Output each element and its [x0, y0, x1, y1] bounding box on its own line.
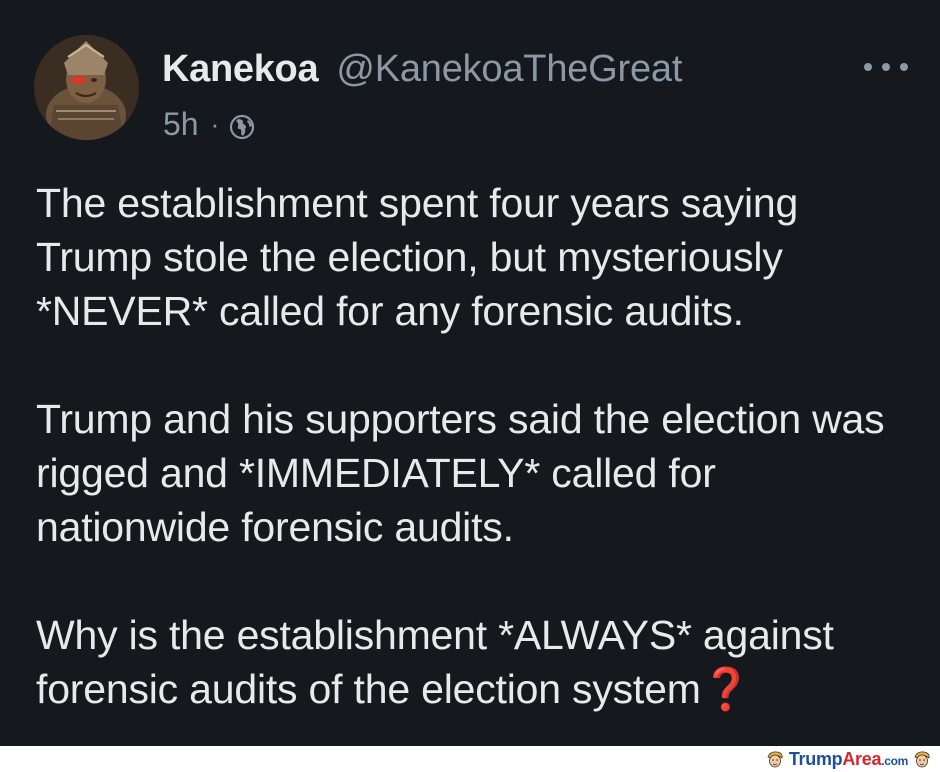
tweet-paragraph: The establishment spent four years sayin…	[36, 180, 799, 334]
warrior-avatar-icon	[34, 35, 139, 140]
user-handle[interactable]: @KanekoaTheGreat	[336, 48, 682, 91]
more-dot	[882, 63, 890, 71]
tweet-text: The establishment spent four years sayin…	[36, 176, 916, 716]
watermark-bar: TrumpArea.com	[0, 746, 940, 772]
trump-face-icon	[767, 751, 783, 768]
globe-icon	[229, 111, 255, 140]
tweet-card[interactable]: Kanekoa @KanekoaTheGreat 5h · The establ…	[0, 0, 940, 746]
tweet-meta: 5h ·	[163, 104, 255, 144]
watermark-brand-area: Area	[842, 748, 882, 769]
more-options-icon[interactable]	[864, 52, 908, 82]
trump-face-icon	[914, 751, 930, 768]
display-name[interactable]: Kanekoa	[162, 48, 319, 91]
watermark: TrumpArea.com	[765, 749, 932, 769]
watermark-brand-trump: Trump	[788, 748, 843, 769]
watermark-brand-suffix: .com	[881, 753, 908, 768]
more-dot	[864, 63, 872, 71]
avatar[interactable]	[34, 35, 139, 140]
timestamp[interactable]: 5h	[163, 106, 199, 143]
tweet-paragraph: Why is the establishment *ALWAYS* agains…	[36, 608, 916, 716]
tweet-paragraph: Trump and his supporters said the electi…	[36, 396, 885, 550]
question-mark-emoji: ❓	[700, 666, 752, 712]
screenshot: Kanekoa @KanekoaTheGreat 5h · The establ…	[0, 0, 940, 772]
more-dot	[900, 63, 908, 71]
meta-separator: ·	[210, 108, 220, 139]
author-line: Kanekoa @KanekoaTheGreat	[162, 48, 682, 92]
watermark-brand: TrumpArea.com	[789, 749, 908, 770]
